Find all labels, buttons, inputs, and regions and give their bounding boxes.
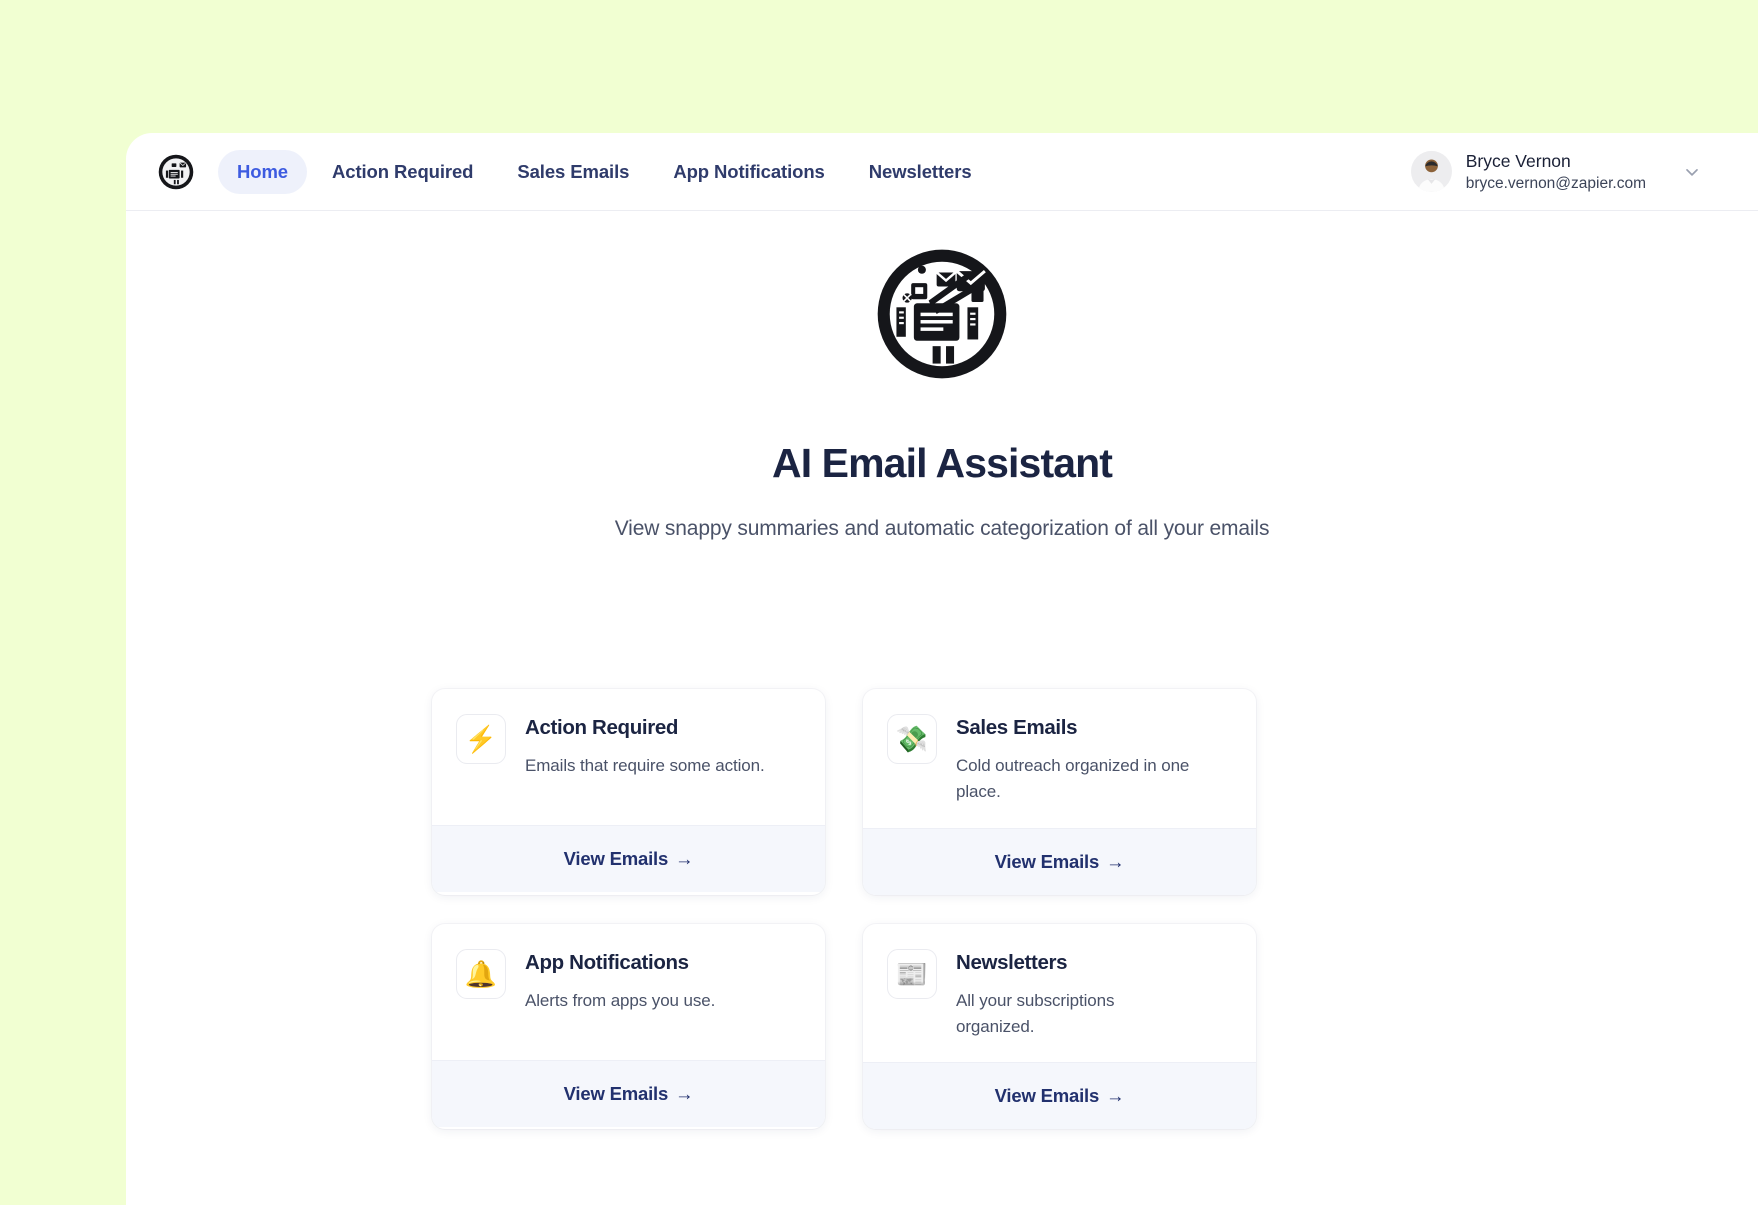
nav-item-app-notifications[interactable]: App Notifications (654, 150, 843, 194)
view-emails-label: View Emails (994, 850, 1100, 872)
arrow-right-icon: → (1106, 850, 1125, 872)
hero-section: AI Email Assistant View snappy summaries… (126, 211, 1758, 541)
nav-item-newsletters[interactable]: Newsletters (850, 150, 991, 194)
chevron-down-icon[interactable] (1682, 162, 1702, 182)
view-emails-label: View Emails (563, 1082, 669, 1104)
card-title: Newsletters (956, 950, 1068, 974)
card-description: Alerts from apps you use. (525, 990, 716, 1010)
ai-email-assistant-logo-icon[interactable] (158, 153, 194, 190)
card-text: Newsletters All your subscriptions organ… (956, 949, 1196, 1041)
arrow-right-icon: → (675, 848, 694, 869)
newspaper-icon: 📰 (887, 948, 937, 999)
user-email: bryce.vernon@zapier.com (1465, 174, 1646, 192)
card-text: Sales Emails Cold outreach organized in … (956, 714, 1196, 806)
nav-item-home[interactable]: Home (218, 149, 307, 194)
card-title: Action Required (525, 716, 679, 739)
view-emails-label: View Emails (563, 848, 669, 869)
card-body: 🔔 App Notifications Alerts from apps you… (432, 924, 825, 1060)
card-text: Action Required Emails that require some… (525, 714, 765, 803)
money-with-wings-icon: 💸 (887, 714, 937, 764)
card-sales-emails[interactable]: 💸 Sales Emails Cold outreach organized i… (863, 689, 1256, 895)
view-emails-button[interactable]: View Emails → (432, 825, 825, 892)
card-title: App Notifications (525, 950, 689, 974)
view-emails-button[interactable]: View Emails → (432, 1059, 825, 1127)
card-body: 📰 Newsletters All your subscriptions org… (863, 924, 1256, 1063)
view-emails-button[interactable]: View Emails → (863, 827, 1256, 895)
page-subtitle: View snappy summaries and automatic cate… (614, 517, 1270, 540)
card-description: All your subscriptions organized. (956, 990, 1115, 1037)
user-name: Bryce Vernon (1465, 150, 1571, 171)
lightning-bolt-icon: ⚡ (456, 714, 506, 764)
user-menu[interactable]: Bryce Vernon bryce.vernon@zapier.com (1410, 149, 1702, 193)
avatar (1410, 151, 1452, 192)
page-title: AI Email Assistant (771, 440, 1113, 486)
card-description: Cold outreach organized in one place. (956, 756, 1190, 802)
main-content: AI Email Assistant View snappy summaries… (126, 211, 1758, 1204)
nav-item-sales-emails[interactable]: Sales Emails (498, 150, 648, 194)
card-body: ⚡ Action Required Emails that require so… (432, 689, 825, 825)
category-cards-grid: ⚡ Action Required Emails that require so… (432, 689, 1256, 1130)
arrow-right-icon: → (1106, 1085, 1125, 1107)
card-title: Sales Emails (956, 716, 1078, 739)
card-text: App Notifications Alerts from apps you u… (525, 949, 715, 1038)
ai-email-assistant-logo-icon (875, 247, 1009, 381)
card-body: 💸 Sales Emails Cold outreach organized i… (863, 689, 1256, 828)
view-emails-button[interactable]: View Emails → (863, 1062, 1256, 1130)
view-emails-label: View Emails (994, 1085, 1100, 1107)
bell-icon: 🔔 (456, 948, 506, 999)
app-window: Home Action Required Sales Emails App No… (126, 133, 1758, 1205)
card-app-notifications[interactable]: 🔔 App Notifications Alerts from apps you… (432, 923, 825, 1130)
card-description: Emails that require some action. (525, 756, 765, 775)
card-newsletters[interactable]: 📰 Newsletters All your subscriptions org… (863, 923, 1256, 1130)
card-action-required[interactable]: ⚡ Action Required Emails that require so… (432, 689, 825, 895)
nav-item-action-required[interactable]: Action Required (313, 150, 492, 194)
arrow-right-icon: → (675, 1082, 694, 1104)
user-info: Bryce Vernon bryce.vernon@zapier.com (1466, 149, 1646, 193)
main-nav: Home Action Required Sales Emails App No… (218, 149, 991, 194)
app-header: Home Action Required Sales Emails App No… (126, 133, 1758, 211)
